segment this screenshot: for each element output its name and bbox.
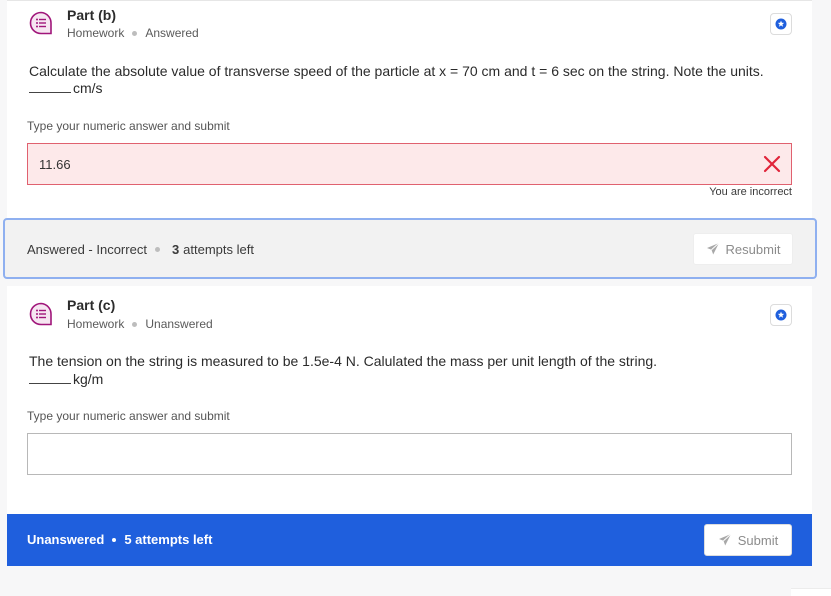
part-b-attempts-count: 3	[171, 242, 180, 257]
part-c-status-bar: Unanswered 5 attempts left Submit	[7, 514, 812, 566]
part-b-unit: cm/s	[73, 80, 103, 96]
part-b-title: Part (b)	[67, 7, 116, 23]
part-b-feedback: You are incorrect	[709, 186, 792, 198]
part-c-bookmark-button[interactable]	[770, 304, 792, 326]
resubmit-button[interactable]: Resubmit	[693, 233, 793, 265]
send-icon	[706, 242, 719, 255]
blank-line	[29, 92, 71, 93]
blank-line	[29, 383, 71, 384]
separator-dot	[112, 537, 117, 542]
resubmit-label: Resubmit	[725, 241, 781, 257]
part-c-attempts: 5 attempts left	[124, 532, 213, 547]
star-badge-icon	[775, 309, 787, 321]
separator-dot	[132, 321, 138, 327]
part-b-answer-input[interactable]: 11.66	[27, 143, 792, 185]
separator-dot	[132, 30, 138, 36]
part-b-bookmark-button[interactable]	[770, 13, 792, 35]
separator-dot	[154, 247, 160, 252]
part-b-answer-unit: cm/s	[29, 80, 103, 96]
send-icon	[718, 533, 732, 546]
part-b-meta: Homework Answered	[67, 26, 199, 40]
page-edge-fragment	[791, 588, 831, 596]
part-b-status-label: Answered - Incorrect	[27, 242, 147, 257]
part-c-state: Unanswered	[145, 317, 213, 331]
part-c-answer-input[interactable]	[27, 433, 792, 475]
part-b-category: Homework	[67, 26, 125, 40]
part-c-title: Part (c)	[67, 297, 116, 313]
part-c-status-label: Unanswered	[27, 532, 105, 547]
part-b-instruction: Type your numeric answer and submit	[27, 119, 230, 133]
part-b-question: Calculate the absolute value of transver…	[29, 63, 764, 79]
part-c-category: Homework	[67, 317, 125, 331]
part-c-discussion-icon	[29, 302, 52, 326]
part-c-instruction: Type your numeric answer and submit	[27, 409, 230, 423]
submit-label: Submit	[737, 532, 779, 548]
part-b-status: Answered - Incorrect 3 attempts left	[27, 242, 254, 257]
part-b-card: Part (b) Homework Answered Calculate the…	[7, 0, 812, 218]
part-c-status: Unanswered 5 attempts left	[27, 532, 212, 547]
part-c-meta: Homework Unanswered	[67, 317, 213, 331]
star-badge-icon	[775, 18, 787, 30]
part-c-answer-unit: kg/m	[29, 371, 103, 387]
submit-button[interactable]: Submit	[704, 524, 792, 556]
part-b-discussion-icon	[29, 11, 52, 35]
part-b-status-bar: Answered - Incorrect 3 attempts left Res…	[3, 218, 817, 279]
incorrect-x-icon	[763, 155, 781, 173]
part-b-attempts-suffix: attempts left	[183, 242, 254, 257]
part-c-unit: kg/m	[73, 371, 104, 387]
part-c-question: The tension on the string is measured to…	[29, 353, 658, 369]
part-b-state: Answered	[145, 26, 199, 40]
part-b-answer-value: 11.66	[39, 156, 71, 172]
